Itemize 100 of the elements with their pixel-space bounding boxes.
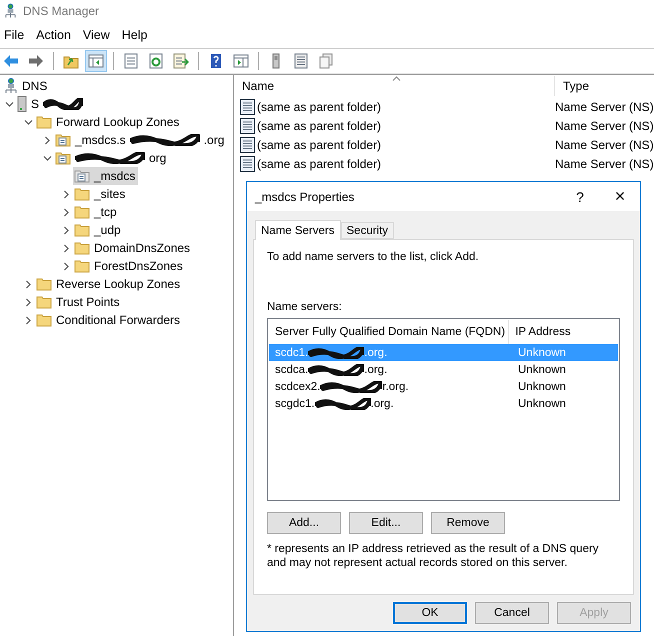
tab[interactable]: Name Servers [255,220,340,240]
redaction-mark [308,346,364,358]
node-label: _msdcs.s [75,133,126,147]
tree-node[interactable]: Reverse Lookup Zones [35,275,184,293]
node-label: Reverse Lookup Zones [56,277,180,291]
server-icon [17,96,27,112]
help-button[interactable]: ? [560,182,600,211]
record-name[interactable]: (same as parent folder) [240,98,555,114]
menu-item[interactable]: File [0,28,32,42]
chevron-right-icon[interactable] [62,208,70,216]
record-type: Name Server (NS) [555,100,654,114]
help-icon [208,53,224,69]
server-row[interactable]: scgdc1. .org. Unknown [269,395,618,412]
folder-icon [74,259,90,273]
list-button[interactable]: Remove [431,512,505,534]
server-name: scdcex2. [275,380,320,392]
record-name[interactable]: (same as parent folder) [240,118,555,134]
node-label: Trust Points [56,295,120,309]
redaction-mark [320,380,382,392]
dialog-button[interactable]: Cancel [475,602,549,624]
ip-address: Unknown [518,398,566,410]
tree-node[interactable]: _udp [73,221,124,239]
node-label: ForestDnsZones [94,259,183,273]
node-label: _udp [94,223,121,237]
record-icon [240,156,255,172]
tree-node[interactable]: _tcp [73,203,120,221]
folder-icon [74,241,90,255]
node-label: _sites [94,187,126,201]
chevron-right-icon[interactable] [62,244,70,252]
tree-node[interactable]: DNS [3,77,50,95]
tree-node[interactable]: ForestDnsZones [73,257,186,275]
chevron-right-icon[interactable] [24,298,32,306]
dialog-button[interactable]: OK [393,602,467,624]
chevron-right-icon[interactable] [24,316,32,324]
folder-icon [74,205,90,219]
chevron-right-icon[interactable] [62,190,70,198]
node-label: DomainDnsZones [94,241,190,255]
node-label: Forward Lookup Zones [56,115,180,129]
tree-node[interactable]: _sites [73,185,128,203]
menu-item[interactable]: Action [32,28,79,42]
ip-address: Unknown [518,380,566,392]
tree-node[interactable]: _msdcs [73,167,138,185]
chevron-right-icon[interactable] [62,226,70,234]
record-icon [240,136,255,152]
tree-node[interactable]: Forward Lookup Zones [35,113,182,131]
server-row[interactable]: scdcex2. r.org. Unknown [269,378,618,395]
chevron-right-icon[interactable] [24,280,32,288]
node-label: Conditional Forwarders [56,313,180,327]
server-row[interactable]: scdca. .org. Unknown [269,361,618,378]
record-type: Name Server (NS) [555,156,654,170]
redaction-mark [308,364,364,376]
record-type: Name Server (NS) [555,118,654,132]
node-label: DNS [22,79,48,93]
tree-node[interactable]: _msdcs.s .org [54,131,228,149]
close-button[interactable]: × [600,182,640,211]
menu-item[interactable]: Help [118,28,156,42]
column-header[interactable]: IP Address [509,320,618,344]
record-icon [240,98,255,114]
instruction-text: To add name servers to the list, click Add. [267,251,480,263]
action-pane-icon [233,53,249,69]
node-label: _msdcs [94,169,136,183]
network-server-icon [4,78,18,94]
sort-caret-icon [392,76,401,81]
record-list-icon [293,53,309,69]
tree-node[interactable]: DomainDnsZones [73,239,194,257]
window-title: DNS Manager [23,4,100,18]
chevron-down-icon[interactable] [4,100,14,108]
tree-node[interactable]: org [54,149,170,167]
toolbar-button[interactable] [85,50,107,72]
chevron-right-icon[interactable] [62,262,70,270]
list-button[interactable]: Add... [267,512,341,534]
copy-icon [318,53,334,69]
network-server-icon [4,3,17,19]
record-name[interactable]: (same as parent folder) [240,136,555,152]
forward-arrow-icon [28,53,44,69]
show-tree-icon [88,53,104,69]
zone-folder-icon [55,133,71,147]
chevron-down-icon[interactable] [42,154,52,162]
export-list-icon [173,53,189,69]
tree-node[interactable]: S [16,95,86,113]
server-name: .org. [364,364,388,376]
record-name[interactable]: (same as parent folder) [240,156,555,172]
name-server-list[interactable]: Server Fully Qualified Domain Name (FQDN) IP Address scdc1. .org. Unknown scdca. .org. Unknown scdcex2. r.org. Unknown scgdc1. .org. Unknown [267,318,620,501]
tab[interactable]: Security [340,222,394,239]
column-header[interactable]: Type [555,75,590,97]
back-arrow-icon [3,53,19,69]
redaction-mark [314,398,371,410]
column-header[interactable]: Name [234,75,554,97]
list-button[interactable]: Edit... [349,512,423,534]
record-icon [240,118,255,134]
server-name: scdca. [275,364,308,376]
folder-icon [74,223,90,237]
server-name: scgdc1. [275,398,315,410]
node-label: _tcp [94,205,117,219]
tree-node[interactable]: Trust Points [35,293,123,311]
menu-item[interactable]: View [78,28,118,42]
chevron-right-icon[interactable] [42,136,52,144]
chevron-down-icon[interactable] [24,118,32,126]
folder-icon [36,115,52,129]
tree-node[interactable]: Conditional Forwarders [35,311,184,329]
